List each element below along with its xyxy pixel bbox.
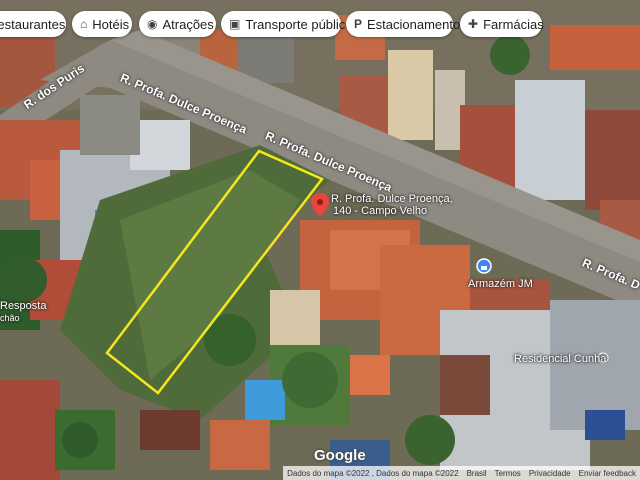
parking-icon: P xyxy=(354,17,363,31)
google-logo: Google xyxy=(314,447,366,464)
pin-address-subtitle[interactable]: 140 - Campo Velho xyxy=(333,205,427,217)
pharmacy-icon: ✚ xyxy=(468,17,479,31)
place-label-residencial[interactable]: Residencial Cunha xyxy=(514,353,606,365)
chip-atracoes-label: Atrações xyxy=(162,16,214,32)
chip-restaurantes-label: Restaurantes xyxy=(0,16,66,32)
chip-estacionamento[interactable]: P Estacionamento xyxy=(346,11,460,37)
privacy-link[interactable]: Privacidade xyxy=(529,469,571,478)
transit-icon: ▣ xyxy=(229,17,241,31)
chip-atracoes[interactable]: ◉ Atrações xyxy=(139,11,216,37)
chip-transporte-label: Transporte público xyxy=(245,16,353,32)
attribution-bar: Dados do mapa ©2022 , Dados do mapa ©202… xyxy=(283,466,640,480)
chip-restaurantes[interactable]: Restaurantes xyxy=(0,11,66,37)
place-label-resposta[interactable]: Resposta xyxy=(0,300,46,312)
country-label: Brasil xyxy=(466,468,487,478)
pin-address-title[interactable]: R. Profa. Dulce Proença, xyxy=(331,193,453,205)
place-label-armazem[interactable]: Armazém JM xyxy=(468,278,533,290)
chip-estacionamento-label: Estacionamento xyxy=(367,16,461,32)
satellite-map[interactable] xyxy=(0,0,640,480)
chip-hoteis-label: Hotéis xyxy=(92,16,130,32)
chip-farmacias[interactable]: ✚ Farmácias xyxy=(460,11,544,37)
place-label-chao: chão xyxy=(0,313,20,323)
terms-link[interactable]: Termos xyxy=(495,469,521,478)
chip-transporte-publico[interactable]: ▣ Transporte público xyxy=(221,11,353,37)
map-data-credit: Dados do mapa ©2022 , Dados do mapa ©202… xyxy=(287,468,459,478)
feedback-link[interactable]: Enviar feedback xyxy=(579,469,636,478)
camera-icon: ◉ xyxy=(147,17,158,31)
chip-farmacias-label: Farmácias xyxy=(483,16,544,32)
category-chips-bar: Restaurantes ⌂ Hotéis ◉ Atrações ▣ Trans… xyxy=(0,11,640,39)
chip-hoteis[interactable]: ⌂ Hotéis xyxy=(72,11,132,37)
hotel-icon: ⌂ xyxy=(80,17,88,31)
